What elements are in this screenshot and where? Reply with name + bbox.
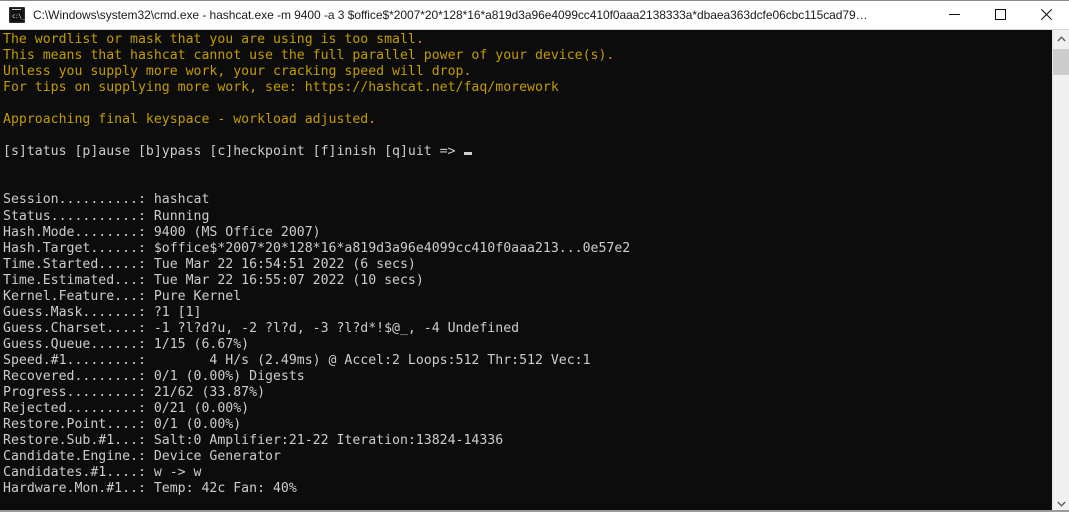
console-line-text: Guess.Mask.......: ?1 [1] [3, 304, 202, 320]
console-line: [s]tatus [p]ause [b]ypass [c]heckpoint [… [3, 144, 1052, 160]
console-line: Rejected.........: 0/21 (0.00%) [3, 401, 1052, 417]
console-line: Recovered........: 0/1 (0.00%) Digests [3, 369, 1052, 385]
console-line: Approaching final keyspace - workload ad… [3, 112, 1052, 128]
console-line-text: Hash.Mode........: 9400 (MS Office 2007) [3, 224, 321, 240]
console-line-text: Hash.Target......: $office$*2007*20*128*… [3, 240, 631, 256]
console-line-text: Time.Estimated...: Tue Mar 22 16:55:07 2… [3, 272, 424, 288]
window-controls [931, 0, 1069, 29]
console-line: Restore.Point....: 0/1 (0.00%) [3, 417, 1052, 433]
maximize-icon[interactable] [977, 0, 1023, 29]
console-line: Session..........: hashcat [3, 192, 1052, 208]
console-line-text: Kernel.Feature...: Pure Kernel [3, 288, 242, 304]
console-line: This means that hashcat cannot use the f… [3, 48, 1052, 64]
console-line-text: Time.Started.....: Tue Mar 22 16:54:51 2… [3, 256, 416, 272]
console-line-text: Session..........: hashcat [3, 192, 210, 208]
close-icon[interactable] [1023, 0, 1069, 29]
console-line-text: Candidates.#1....: w -> w [3, 465, 202, 481]
minimize-icon[interactable] [931, 0, 977, 29]
console-line: Kernel.Feature...: Pure Kernel [3, 289, 1052, 305]
console-line-text: This means that hashcat cannot use the f… [3, 48, 615, 64]
console-line: Candidates.#1....: w -> w [3, 465, 1052, 481]
console-line: Status...........: Running [3, 209, 1052, 225]
titlebar-top-edge [0, 0, 1069, 1]
console-line-text: Approaching final keyspace - workload ad… [3, 112, 377, 128]
chevron-up-icon[interactable] [1053, 30, 1069, 47]
console-line: Progress.........: 21/62 (33.87%) [3, 385, 1052, 401]
console-line-text: For tips on supplying more work, see: ht… [3, 80, 559, 96]
title-bar[interactable]: c:\_ C:\Windows\system32\cmd.exe - hashc… [0, 0, 1069, 30]
scrollbar-track[interactable] [1053, 47, 1069, 495]
console-line: Guess.Mask.......: ?1 [1] [3, 305, 1052, 321]
console-line: Restore.Sub.#1...: Salt:0 Amplifier:21-2… [3, 433, 1052, 449]
console-line: Guess.Charset....: -1 ?l?d?u, -2 ?l?d, -… [3, 321, 1052, 337]
console-line-text: Recovered........: 0/1 (0.00%) Digests [3, 368, 305, 384]
console-line-text: Restore.Point....: 0/1 (0.00%) [3, 417, 242, 433]
console-window: c:\_ C:\Windows\system32\cmd.exe - hashc… [0, 0, 1069, 512]
console-line: Hash.Mode........: 9400 (MS Office 2007) [3, 225, 1052, 241]
console-line-text: Speed.#1.........: 4 H/s (2.49ms) @ Acce… [3, 352, 591, 368]
console-line: Hash.Target......: $office$*2007*20*128*… [3, 241, 1052, 257]
console-line-text: Restore.Sub.#1...: Salt:0 Amplifier:21-2… [3, 433, 504, 449]
console-line-text: Guess.Charset....: -1 ?l?d?u, -2 ?l?d, -… [3, 320, 520, 336]
console-line: The wordlist or mask that you are using … [3, 32, 1052, 48]
vertical-scrollbar[interactable] [1052, 30, 1069, 512]
console-line: Time.Started.....: Tue Mar 22 16:54:51 2… [3, 257, 1052, 273]
console-area: The wordlist or mask that you are using … [0, 30, 1069, 512]
console-line-text: Candidate.Engine.: Device Generator [3, 449, 281, 465]
console-line: Hardware.Mon.#1..: Temp: 42c Fan: 40% [3, 481, 1052, 497]
console-line-text: Progress.........: 21/62 (33.87%) [3, 385, 266, 401]
cmd-console-icon: c:\_ [9, 6, 25, 23]
console-line-text: [s]tatus [p]ause [b]ypass [c]heckpoint [… [3, 144, 464, 160]
console-line: Candidate.Engine.: Device Generator [3, 449, 1052, 465]
console-line: For tips on supplying more work, see: ht… [3, 80, 1052, 96]
console-line-text: Status...........: Running [3, 208, 210, 224]
console-line-text: Unless you supply more work, your cracki… [3, 64, 472, 80]
window-title: C:\Windows\system32\cmd.exe - hashcat.ex… [33, 7, 868, 22]
console-line-text: Guess.Queue......: 1/15 (6.67%) [3, 336, 250, 352]
console-line: Guess.Queue......: 1/15 (6.67%) [3, 337, 1052, 353]
console-line-text: The wordlist or mask that you are using … [3, 32, 424, 47]
console-output[interactable]: The wordlist or mask that you are using … [0, 30, 1052, 512]
console-line: Speed.#1.........: 4 H/s (2.49ms) @ Acce… [3, 353, 1052, 369]
console-line: Unless you supply more work, your cracki… [3, 64, 1052, 80]
scrollbar-thumb[interactable] [1053, 49, 1069, 75]
console-line: Time.Estimated...: Tue Mar 22 16:55:07 2… [3, 273, 1052, 289]
console-line-text: Rejected.........: 0/21 (0.00%) [3, 401, 250, 417]
console-line-text: Hardware.Mon.#1..: Temp: 42c Fan: 40% [3, 481, 297, 497]
text-cursor [463, 152, 472, 156]
